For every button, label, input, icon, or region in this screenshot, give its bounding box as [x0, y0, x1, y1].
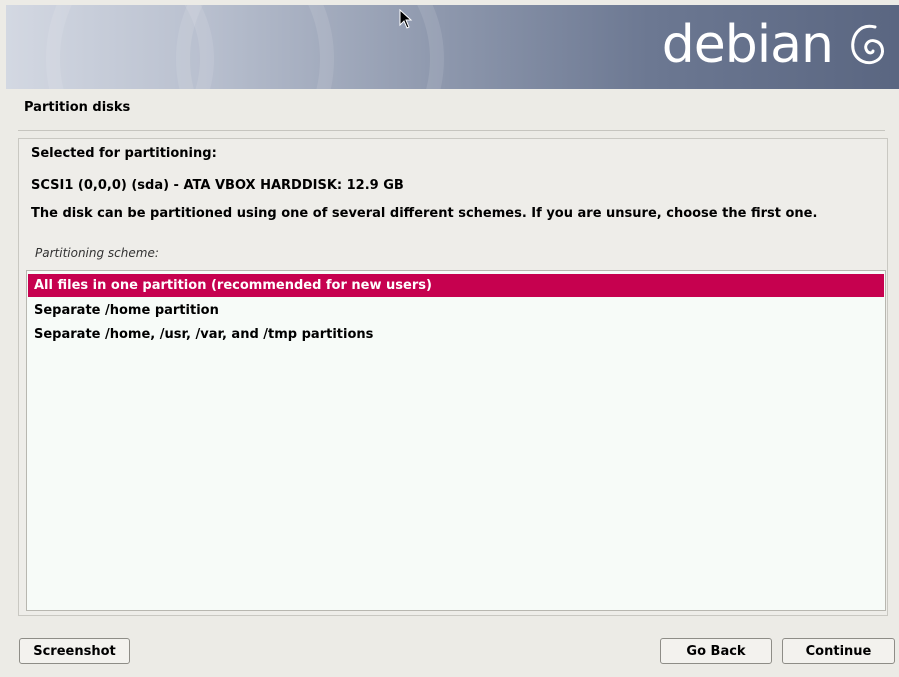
- debian-banner: debian: [6, 5, 899, 89]
- selected-for-partitioning-label: Selected for partitioning:: [31, 146, 217, 161]
- screenshot-button[interactable]: Screenshot: [19, 638, 130, 664]
- partitioning-scheme-list[interactable]: All files in one partition (recommended …: [26, 270, 886, 611]
- partitioning-description: The disk can be partitioned using one of…: [31, 206, 818, 221]
- scheme-option-separate-home[interactable]: Separate /home partition: [28, 299, 884, 322]
- page-title: Partition disks: [24, 100, 131, 115]
- debian-swirl-icon: [851, 24, 884, 65]
- selected-disk-label: SCSI1 (0,0,0) (sda) - ATA VBOX HARDDISK:…: [31, 178, 404, 193]
- partitioning-scheme-label: Partitioning scheme:: [35, 246, 159, 260]
- title-divider: [18, 130, 885, 131]
- scheme-option-all-in-one[interactable]: All files in one partition (recommended …: [28, 274, 884, 297]
- continue-button[interactable]: Continue: [782, 638, 895, 664]
- mouse-cursor-icon: [399, 9, 413, 29]
- scheme-option-separate-home-usr-var-tmp[interactable]: Separate /home, /usr, /var, and /tmp par…: [28, 323, 884, 346]
- go-back-button[interactable]: Go Back: [660, 638, 772, 664]
- debian-logo-text: debian: [661, 15, 834, 75]
